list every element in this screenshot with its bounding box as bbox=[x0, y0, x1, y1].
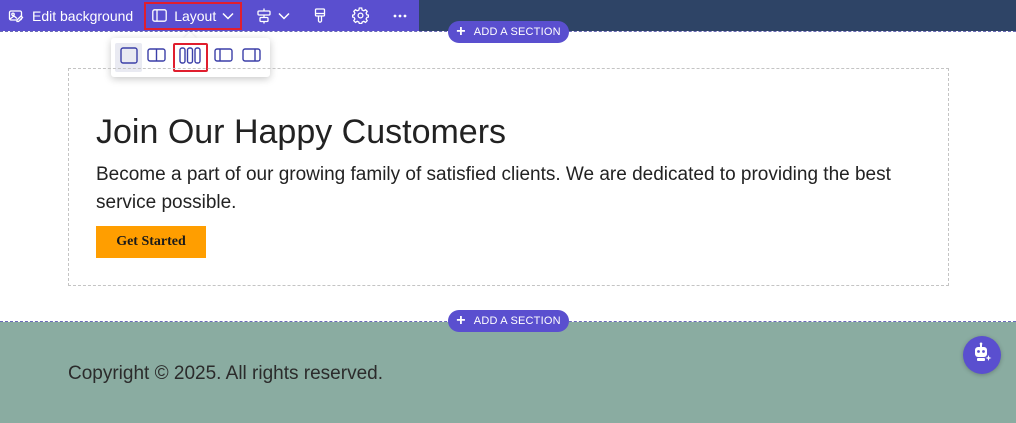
more-horizontal-icon bbox=[393, 14, 407, 18]
section-toolbar: Edit background Layout bbox=[0, 0, 419, 31]
plus-icon: + bbox=[456, 23, 466, 40]
gear-icon bbox=[352, 7, 370, 24]
footer-copyright[interactable]: Copyright © 2025. All rights reserved. bbox=[68, 363, 383, 385]
one-column-layout-icon bbox=[119, 46, 138, 69]
paint-brush-icon bbox=[314, 7, 326, 24]
settings-button[interactable] bbox=[340, 0, 381, 31]
image-edit-icon bbox=[8, 8, 24, 24]
add-section-label: ADD A SECTION bbox=[473, 26, 561, 38]
right-sidebar-layout-icon bbox=[242, 48, 261, 67]
add-section-button-top[interactable]: + ADD A SECTION bbox=[448, 21, 569, 43]
layout-icon bbox=[152, 9, 168, 22]
vertical-align-icon bbox=[256, 8, 272, 24]
edit-background-label: Edit background bbox=[32, 7, 134, 24]
hero-title[interactable]: Join Our Happy Customers bbox=[96, 113, 506, 152]
get-started-button[interactable]: Get Started bbox=[96, 226, 206, 258]
chevron-down-icon bbox=[278, 12, 290, 20]
add-section-button-bottom[interactable]: + ADD A SECTION bbox=[448, 310, 569, 332]
plus-icon: + bbox=[456, 312, 466, 329]
alignment-dropdown-button[interactable] bbox=[246, 0, 300, 31]
assistant-button[interactable] bbox=[963, 336, 1001, 374]
robot-assistant-icon bbox=[971, 342, 993, 369]
layout-label: Layout bbox=[174, 7, 217, 24]
left-sidebar-layout-icon bbox=[213, 48, 233, 67]
three-column-layout-icon bbox=[179, 46, 202, 69]
chevron-down-icon bbox=[222, 12, 234, 20]
style-brush-button[interactable] bbox=[300, 0, 340, 31]
layout-dropdown-button[interactable]: Layout bbox=[144, 1, 243, 30]
edit-background-button[interactable]: Edit background bbox=[0, 0, 140, 31]
add-section-label: ADD A SECTION bbox=[473, 315, 561, 327]
hero-description[interactable]: Become a part of our growing family of s… bbox=[96, 161, 916, 217]
more-options-button[interactable] bbox=[381, 0, 419, 31]
two-column-layout-icon bbox=[147, 48, 167, 67]
